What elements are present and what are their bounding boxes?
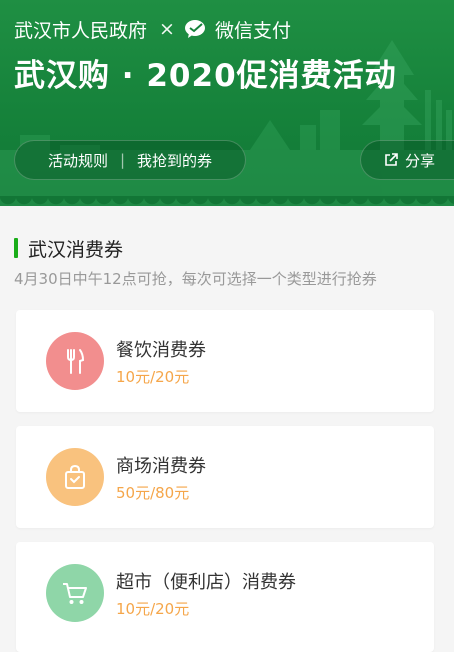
coupon-price: 10元/20元	[116, 600, 190, 618]
my-coupons-link[interactable]: 我抢到的券	[137, 150, 212, 171]
share-button[interactable]: 分享	[360, 140, 454, 180]
shopping-cart-icon	[46, 564, 104, 622]
coupon-card-mall[interactable]: 商场消费券 50元/80元	[16, 426, 434, 528]
share-label: 分享	[405, 151, 436, 170]
partner-label: 微信支付	[214, 19, 291, 42]
section-title: 武汉消费券	[14, 236, 124, 261]
shopping-bag-icon	[46, 448, 104, 506]
issuer-row: 武汉市人民政府 × 微信支付	[14, 14, 291, 44]
coupon-name: 商场消费券	[116, 456, 206, 477]
coupon-card-dining[interactable]: 餐饮消费券 10元/20元	[16, 310, 434, 412]
issuer-label: 武汉市人民政府	[14, 19, 148, 42]
page-title: 武汉购 · 2020促消费活动	[14, 58, 397, 94]
coupon-name: 餐饮消费券	[116, 340, 206, 361]
coupon-price: 50元/80元	[116, 484, 190, 502]
times-symbol: ×	[159, 18, 175, 40]
activity-rules-link[interactable]: 活动规则	[48, 150, 108, 171]
title-accent-bar	[14, 238, 18, 258]
section-description: 4月30日中午12点可抢，每次可选择一个类型进行抢券	[14, 270, 377, 288]
wechat-pay-icon	[184, 20, 205, 38]
section-title-text: 武汉消费券	[28, 238, 124, 261]
utensils-icon	[46, 332, 104, 390]
coupon-card-supermarket[interactable]: 超市（便利店）消费券 10元/20元	[16, 542, 434, 652]
coupon-price: 10元/20元	[116, 368, 190, 386]
nav-separator: |	[119, 151, 126, 169]
header-banner: 武汉市人民政府 × 微信支付 武汉购 · 2020促消费活动 活动规则 | 我抢…	[0, 0, 454, 206]
share-icon	[385, 153, 398, 166]
nav-pill: 活动规则 | 我抢到的券	[14, 140, 246, 180]
coupon-name: 超市（便利店）消费券	[116, 572, 296, 593]
scallop-edge	[0, 196, 454, 216]
